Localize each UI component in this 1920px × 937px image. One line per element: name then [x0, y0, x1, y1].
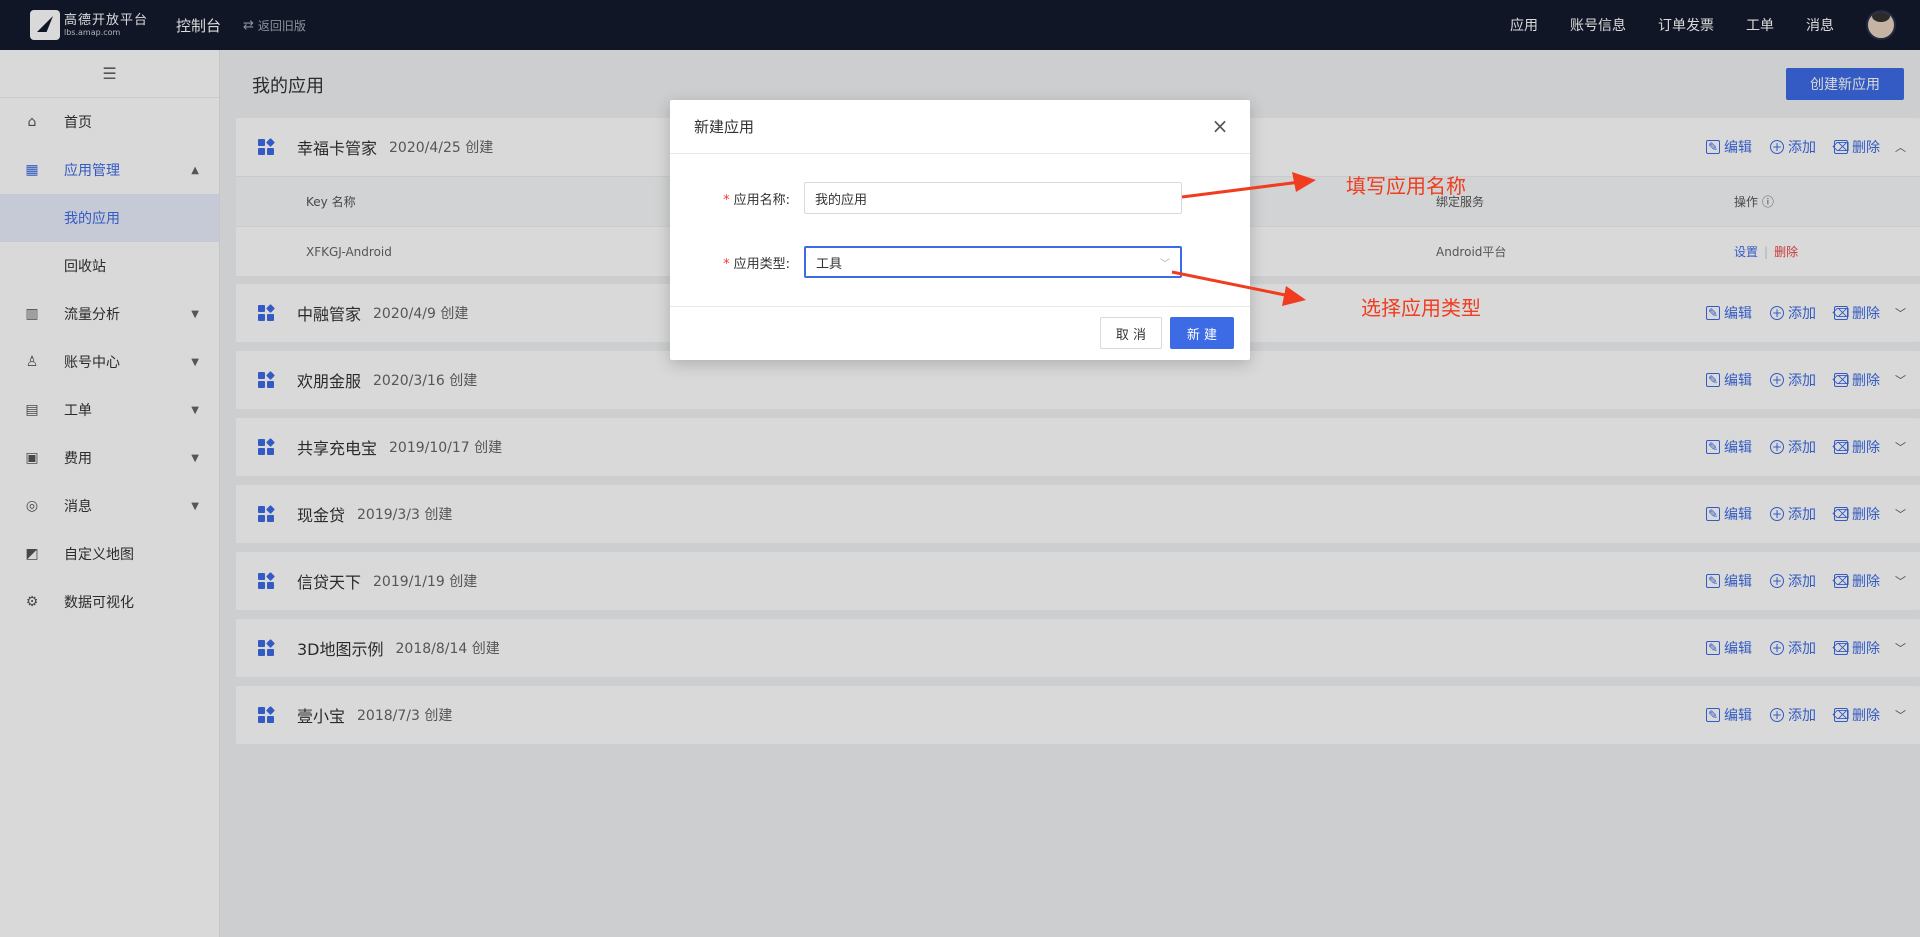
app-type-value: 工具 [816, 256, 843, 272]
new-app-dialog: 新建应用 × * 应用名称: 我的应用 * 应用类型: 工具 ﹀ 取 消 新 建 [670, 100, 1250, 360]
app-type-label: * 应用类型: [723, 256, 790, 272]
create-button[interactable]: 新 建 [1170, 317, 1234, 349]
app-name-input[interactable]: 我的应用 [804, 182, 1182, 214]
chevron-down-icon: ﹀ [1160, 258, 1170, 270]
dialog-title: 新建应用 [694, 118, 755, 136]
app-type-select[interactable]: 工具 ﹀ [804, 246, 1182, 278]
annotation-choose-type: 选择应用类型 [1361, 296, 1481, 320]
app-name-row: * 应用名称: 我的应用 [670, 182, 1250, 214]
cancel-button[interactable]: 取 消 [1100, 317, 1162, 349]
close-icon[interactable]: × [1210, 116, 1230, 136]
app-name-label: * 应用名称: [723, 192, 790, 208]
annotation-fill-name: 填写应用名称 [1346, 174, 1466, 198]
dialog-header: 新建应用 × [670, 100, 1250, 154]
app-type-row: * 应用类型: 工具 ﹀ [670, 246, 1250, 278]
dialog-footer: 取 消 新 建 [670, 306, 1250, 360]
